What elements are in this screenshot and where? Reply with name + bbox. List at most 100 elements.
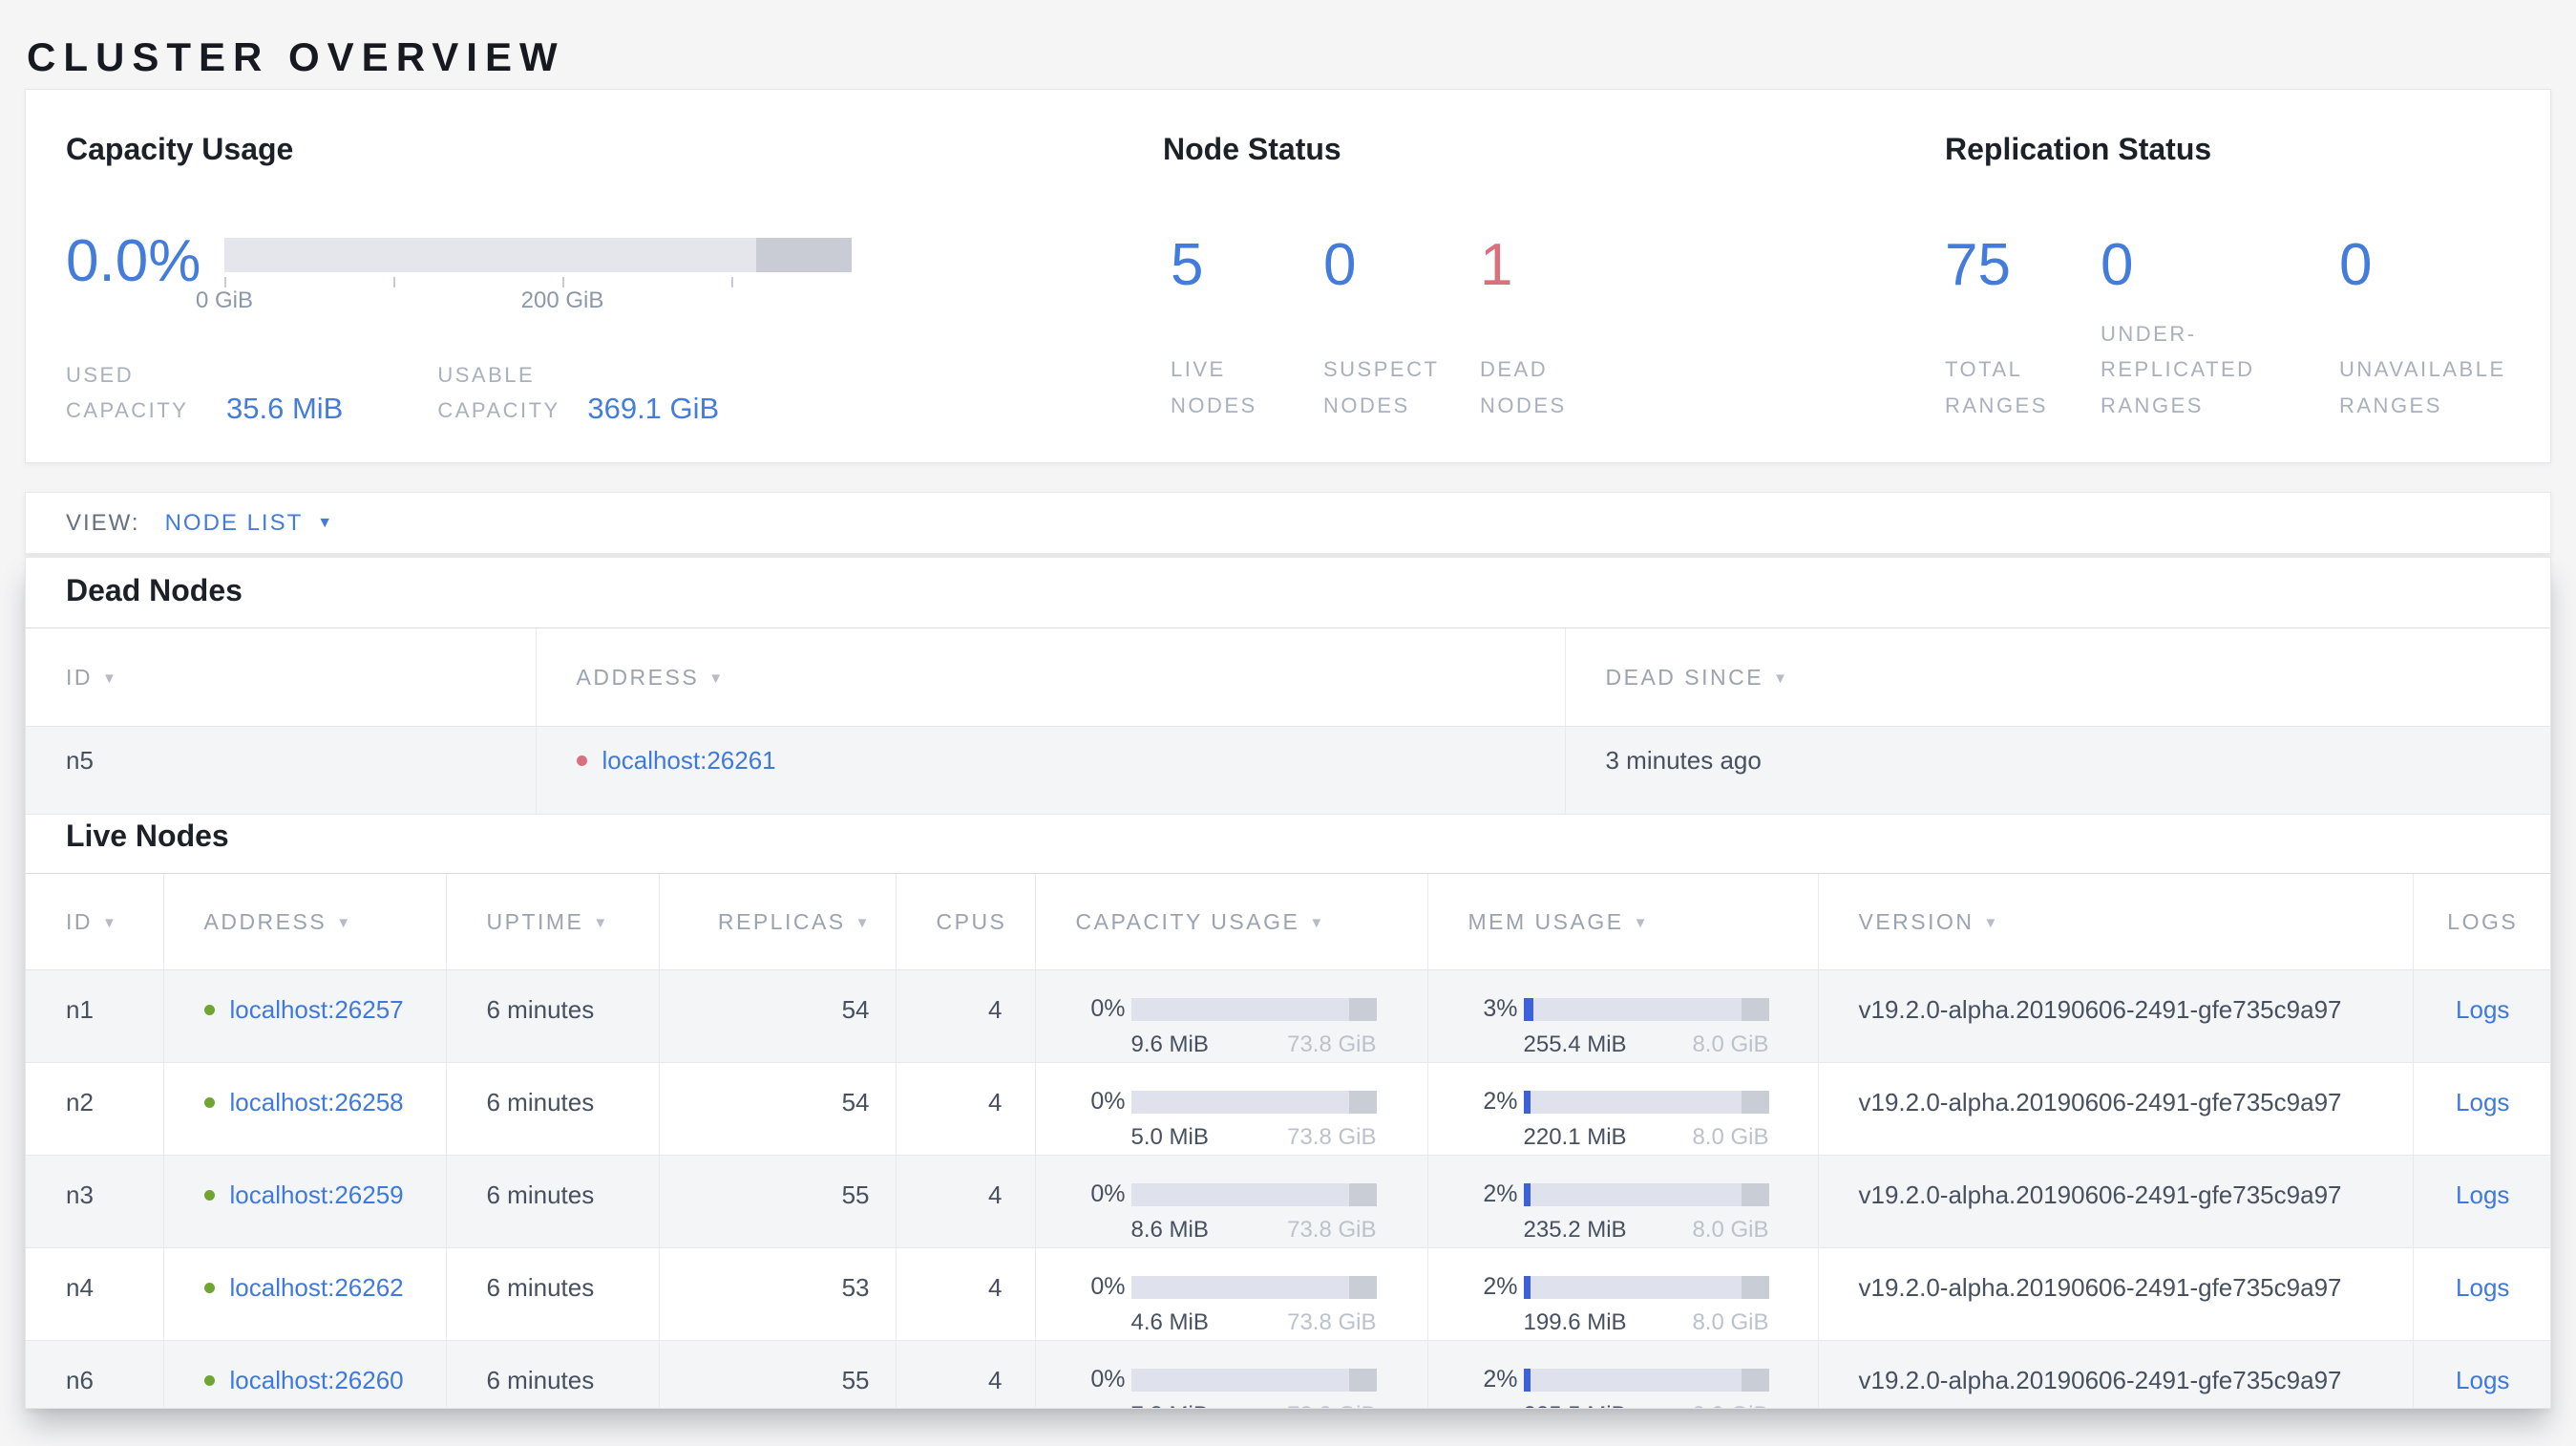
node-list-card: Dead Nodes ID ▼ ADDRESS ▼ DEAD SINCE ▼ n5 l… bbox=[25, 557, 2551, 1409]
under-replicated-ranges-stat: 0 UNDER- REPLICATED RANGES bbox=[2101, 236, 2339, 423]
gauge-tick bbox=[393, 277, 395, 287]
dead-nodes-stat: 1 DEAD NODES bbox=[1480, 236, 1642, 423]
live-node-version: v19.2.0-alpha.20190606-2491-gfe735c9a97 bbox=[1817, 969, 2413, 1063]
dead-node-address-link[interactable]: localhost:26261 bbox=[602, 746, 776, 776]
live-col-address[interactable]: ADDRESS ▼ bbox=[162, 873, 446, 970]
live-node-mem-usage: 2% 225.5 MiB8.0 GiB bbox=[1426, 1340, 1818, 1408]
live-node-uptime: 6 minutes bbox=[445, 1340, 659, 1408]
page-title: CLUSTER OVERVIEW bbox=[27, 34, 565, 80]
node-live-icon bbox=[203, 1097, 215, 1108]
live-node-cpus: 4 bbox=[895, 1155, 1035, 1248]
replication-status-title: Replication Status bbox=[1945, 132, 2212, 166]
live-node-cpus: 4 bbox=[895, 969, 1035, 1063]
logs-link[interactable]: Logs bbox=[2456, 995, 2509, 1024]
live-node-id: n1 bbox=[26, 969, 163, 1063]
mem-usage-bar bbox=[1523, 1090, 1769, 1114]
live-node-cpus: 4 bbox=[895, 1247, 1035, 1341]
live-node-row: n1 localhost:26257 6 minutes 54 4 0% 9.6… bbox=[26, 969, 2550, 1063]
live-node-address-link[interactable]: localhost:26260 bbox=[230, 1366, 404, 1395]
mem-usage-bar bbox=[1523, 1182, 1769, 1206]
dead-nodes-count: 1 bbox=[1480, 232, 1513, 298]
usable-capacity-stat: USABLE CAPACITY 369.1 GiB bbox=[437, 357, 719, 429]
live-node-version: v19.2.0-alpha.20190606-2491-gfe735c9a97 bbox=[1817, 1340, 2413, 1408]
live-node-address-link[interactable]: localhost:26258 bbox=[230, 1088, 404, 1117]
capacity-usage-section: Capacity Usage 0.0% 0 GiB 200 GiB USED C… bbox=[66, 132, 925, 425]
live-col-version[interactable]: VERSION ▼ bbox=[1817, 873, 2413, 970]
live-node-capacity-usage: 0% 7.8 MiB73.8 GiB bbox=[1034, 1340, 1427, 1408]
usable-capacity-value: 369.1 GiB bbox=[587, 391, 720, 425]
live-node-cpus: 4 bbox=[895, 1340, 1035, 1408]
live-node-mem-usage: 3% 255.4 MiB 8.0 GiB bbox=[1426, 969, 1818, 1063]
gauge-tick-label-200: 200 GiB bbox=[520, 287, 604, 313]
view-selector-dropdown[interactable]: NODE LIST ▼ bbox=[165, 510, 333, 537]
node-status-title: Node Status bbox=[1163, 132, 1341, 166]
live-node-version: v19.2.0-alpha.20190606-2491-gfe735c9a97 bbox=[1817, 1155, 2413, 1248]
logs-link[interactable]: Logs bbox=[2456, 1180, 2509, 1209]
mem-usage-bar bbox=[1523, 997, 1769, 1021]
node-live-icon bbox=[203, 1283, 215, 1293]
sort-desc-icon: ▼ bbox=[336, 914, 351, 931]
live-node-uptime: 6 minutes bbox=[445, 1155, 659, 1248]
gauge-tick bbox=[562, 277, 564, 287]
live-node-version: v19.2.0-alpha.20190606-2491-gfe735c9a97 bbox=[1817, 1062, 2413, 1156]
live-node-replicas: 55 bbox=[658, 1155, 896, 1248]
node-live-icon bbox=[203, 1190, 215, 1201]
sort-desc-icon: ▼ bbox=[1773, 670, 1787, 687]
unavailable-ranges-stat: 0 UNAVAILABLE RANGES bbox=[2339, 236, 2576, 423]
cluster-summary-card: Capacity Usage 0.0% 0 GiB 200 GiB USED C… bbox=[25, 89, 2551, 463]
dead-nodes-title: Dead Nodes bbox=[66, 573, 243, 607]
live-node-mem-usage: 2% 220.1 MiB 8.0 GiB bbox=[1426, 1062, 1818, 1156]
node-status-section: Node Status 5 LIVE NODES 0 SUSPECT NODES… bbox=[1163, 132, 1642, 423]
mem-usage-bar bbox=[1523, 1368, 1769, 1392]
logs-link[interactable]: Logs bbox=[2456, 1088, 2509, 1116]
live-col-id[interactable]: ID ▼ bbox=[26, 873, 163, 970]
under-replicated-ranges-count: 0 bbox=[2101, 232, 2134, 298]
live-node-id: n6 bbox=[26, 1340, 163, 1408]
sort-desc-icon: ▼ bbox=[593, 914, 608, 931]
live-col-uptime[interactable]: UPTIME ▼ bbox=[445, 873, 659, 970]
sort-desc-icon: ▼ bbox=[708, 670, 724, 687]
live-nodes-title: Live Nodes bbox=[66, 819, 229, 853]
live-node-id: n3 bbox=[26, 1155, 163, 1248]
capacity-usage-bar bbox=[1130, 997, 1377, 1021]
live-node-address-link[interactable]: localhost:26257 bbox=[230, 995, 404, 1025]
dead-col-id[interactable]: ID ▼ bbox=[26, 627, 536, 727]
capacity-stats: USED CAPACITY 35.6 MiB USABLE CAPACITY 3… bbox=[66, 357, 719, 429]
live-col-replicas[interactable]: REPLICAS ▼ bbox=[658, 873, 896, 970]
capacity-usage-bar bbox=[1130, 1182, 1377, 1206]
live-node-address-link[interactable]: localhost:26262 bbox=[230, 1273, 404, 1303]
mem-usage-bar bbox=[1523, 1275, 1769, 1299]
live-node-address-link[interactable]: localhost:26259 bbox=[230, 1180, 404, 1210]
dead-node-row: n5 localhost:26261 3 minutes ago bbox=[26, 726, 2550, 815]
sort-desc-icon: ▼ bbox=[1983, 914, 1998, 931]
dead-node-id: n5 bbox=[26, 726, 536, 815]
used-capacity-stat: USED CAPACITY 35.6 MiB bbox=[66, 357, 343, 429]
capacity-usage-title: Capacity Usage bbox=[66, 132, 294, 166]
live-node-mem-usage: 2% 199.6 MiB 8.0 GiB bbox=[1426, 1247, 1818, 1341]
node-status-stats: 5 LIVE NODES 0 SUSPECT NODES 1 DEAD NODE… bbox=[1163, 236, 1642, 423]
replication-status-section: Replication Status 75 TOTAL RANGES 0 UND… bbox=[1945, 132, 2576, 423]
live-node-row: n6 localhost:26260 6 minutes 55 4 0% 7.8… bbox=[26, 1340, 2550, 1408]
logs-link[interactable]: Logs bbox=[2456, 1273, 2509, 1302]
sort-desc-icon: ▼ bbox=[102, 670, 116, 687]
unavailable-ranges-count: 0 bbox=[2339, 232, 2373, 298]
view-selected-value: NODE LIST bbox=[164, 509, 304, 536]
sort-desc-icon: ▼ bbox=[102, 914, 116, 931]
live-node-mem-usage: 2% 235.2 MiB 8.0 GiB bbox=[1426, 1155, 1818, 1248]
live-nodes-stat: 5 LIVE NODES bbox=[1171, 236, 1323, 423]
live-node-row: n3 localhost:26259 6 minutes 55 4 0% 8.6… bbox=[26, 1155, 2550, 1248]
suspect-nodes-count: 0 bbox=[1323, 232, 1357, 298]
live-node-replicas: 53 bbox=[658, 1247, 896, 1341]
sort-desc-icon: ▼ bbox=[855, 914, 870, 931]
live-nodes-table: ID ▼ ADDRESS ▼ UPTIME ▼ REPLICAS ▼ CPUS CAPA… bbox=[26, 873, 2550, 1408]
live-col-capacity-usage[interactable]: CAPACITY USAGE ▼ bbox=[1034, 873, 1427, 970]
live-col-mem-usage[interactable]: MEM USAGE ▼ bbox=[1426, 873, 1818, 970]
live-node-capacity-usage: 0% 5.0 MiB 73.8 GiB bbox=[1034, 1062, 1427, 1156]
dead-col-address[interactable]: ADDRESS ▼ bbox=[535, 627, 1565, 727]
suspect-nodes-stat: 0 SUSPECT NODES bbox=[1323, 236, 1480, 423]
live-node-cpus: 4 bbox=[895, 1062, 1035, 1156]
live-node-row: n4 localhost:26262 6 minutes 53 4 0% 4.6… bbox=[26, 1247, 2550, 1341]
dead-col-dead-since[interactable]: DEAD SINCE ▼ bbox=[1564, 627, 2550, 727]
gauge-tick bbox=[731, 277, 733, 287]
logs-link[interactable]: Logs bbox=[2456, 1366, 2509, 1394]
